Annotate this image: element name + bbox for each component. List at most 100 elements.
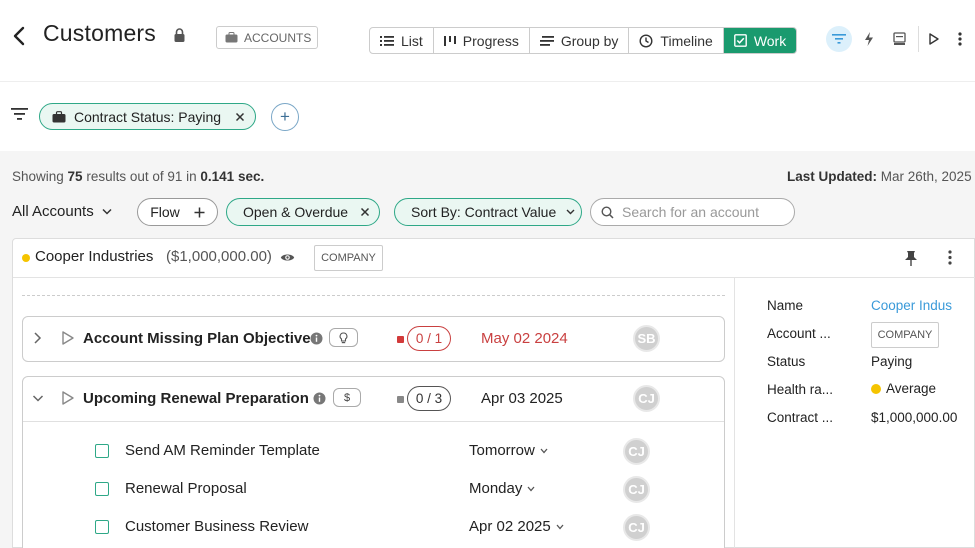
flow-button[interactable]: Flow	[137, 198, 218, 226]
task-due-date[interactable]: Apr 03 2025	[481, 390, 563, 407]
divider	[23, 421, 724, 422]
subtask-title[interactable]: Send AM Reminder Template	[125, 442, 320, 459]
check-square-icon	[733, 34, 747, 47]
subtask-due-dropdown[interactable]: Tomorrow	[469, 442, 548, 459]
chevron-down-icon	[566, 209, 575, 215]
task-due-date[interactable]: May 02 2024	[481, 330, 568, 347]
header-tools	[826, 26, 973, 52]
pin-icon[interactable]	[904, 250, 918, 267]
tab-work-label: Work	[753, 32, 787, 49]
tab-progress[interactable]: Progress	[434, 28, 530, 53]
play-icon	[929, 33, 939, 45]
task-row-header[interactable]: Upcoming Renewal Preparation $ 0 / 3 Apr…	[23, 377, 724, 421]
divider	[22, 295, 725, 296]
task-row[interactable]: Account Missing Plan Objective 0 / 1 May…	[22, 316, 725, 362]
accounts-tag[interactable]: ACCOUNTS	[216, 26, 318, 49]
avatar[interactable]: SB	[633, 325, 660, 352]
add-filter-button[interactable]: +	[271, 103, 299, 131]
eye-icon[interactable]	[280, 252, 295, 263]
dollar-icon: $	[333, 388, 361, 407]
filter-toggle-button[interactable]	[826, 26, 852, 52]
plus-icon	[194, 207, 205, 218]
detail-label-status: Status	[767, 354, 806, 369]
account-card: Cooper Industries ($1,000,000.00) COMPAN…	[12, 238, 975, 548]
chevron-down-icon	[527, 486, 535, 492]
open-overdue-label: Open & Overdue	[243, 204, 349, 220]
detail-value-status: Paying	[871, 354, 913, 369]
health-dot	[871, 383, 881, 394]
automation-button[interactable]	[856, 26, 882, 52]
detail-label-health-rating: Health ra...	[767, 382, 834, 397]
account-search[interactable]	[590, 198, 795, 226]
health-value: Average	[886, 381, 937, 396]
task-title[interactable]: Upcoming Renewal Preparation	[83, 390, 309, 407]
more-menu-button[interactable]	[947, 26, 973, 52]
lock-icon	[173, 28, 186, 43]
tab-group-by[interactable]: Group by	[530, 28, 630, 53]
tab-list[interactable]: List	[370, 28, 434, 53]
filter-icon[interactable]	[11, 107, 28, 121]
subtask-checkbox[interactable]	[95, 444, 109, 458]
info-icon[interactable]	[313, 392, 326, 405]
tab-timeline[interactable]: Timeline	[629, 28, 724, 53]
subtask-checkbox[interactable]	[95, 520, 109, 534]
briefcase-icon	[225, 32, 238, 43]
subtask-title[interactable]: Customer Business Review	[125, 518, 308, 535]
briefcase-icon	[52, 110, 66, 123]
close-icon[interactable]	[360, 207, 370, 217]
tab-work[interactable]: Work	[723, 28, 797, 53]
open-overdue-chip[interactable]: Open & Overdue	[226, 198, 381, 226]
task-title[interactable]: Account Missing Plan Objective	[83, 330, 311, 347]
subtask-row[interactable]: Send AM Reminder Template Tomorrow CJ	[23, 432, 724, 470]
chevron-down-icon[interactable]	[32, 391, 44, 405]
chevron-right-icon[interactable]	[32, 331, 42, 345]
detail-label-contract-value: Contract ...	[767, 410, 834, 425]
view-tabs: List Progress Group by Timeline Work	[369, 27, 798, 54]
sort-dropdown[interactable]: Sort By: Contract Value	[394, 198, 583, 226]
tab-list-label: List	[401, 32, 423, 49]
detail-value-name-link[interactable]: Cooper Indus	[871, 298, 975, 313]
page-header: Customers ACCOUNTS List Progress Group b…	[0, 0, 975, 82]
account-card-header: Cooper Industries ($1,000,000.00) COMPAN…	[13, 239, 975, 278]
more-vertical-icon[interactable]	[948, 250, 952, 265]
detail-label-account-type: Account ...	[767, 326, 831, 341]
subtask-checkbox[interactable]	[95, 482, 109, 496]
status-indicator	[397, 396, 404, 403]
subtask-due-dropdown[interactable]: Monday	[469, 480, 535, 497]
last-updated: Last Updated: Mar 26th, 2025	[787, 169, 972, 184]
search-input[interactable]	[622, 204, 782, 220]
subtask-due-date: Tomorrow	[469, 442, 535, 459]
task-row: Upcoming Renewal Preparation $ 0 / 3 Apr…	[22, 376, 725, 548]
close-icon[interactable]	[235, 112, 245, 122]
account-name[interactable]: Cooper Industries	[35, 248, 153, 265]
list-icon	[380, 35, 394, 47]
chevron-down-icon	[556, 524, 564, 530]
subtask-row[interactable]: Customer Business Review Apr 02 2025 CJ	[23, 508, 724, 546]
detail-value-health-rating: Average	[871, 381, 936, 396]
lightbulb-icon	[329, 328, 358, 347]
filter-chip-contract-status[interactable]: Contract Status: Paying	[39, 103, 257, 130]
search-icon	[601, 205, 614, 219]
overdue-indicator	[397, 336, 404, 343]
tab-group-by-label: Group by	[560, 32, 619, 49]
avatar[interactable]: CJ	[623, 476, 650, 503]
subtask-row[interactable]: Renewal Proposal Monday CJ	[23, 470, 724, 508]
results-summary: Showing 75 results out of 91 in 0.141 se…	[12, 169, 265, 184]
play-icon[interactable]	[61, 390, 75, 406]
tab-progress-label: Progress	[462, 32, 519, 49]
avatar[interactable]: CJ	[633, 385, 660, 412]
task-progress-count: 0 / 3	[407, 386, 451, 411]
page-title: Customers	[43, 20, 156, 46]
info-icon[interactable]	[310, 332, 323, 345]
subtask-due-dropdown[interactable]: Apr 02 2025	[469, 518, 564, 535]
play-icon[interactable]	[61, 330, 75, 346]
chevron-down-icon	[540, 448, 548, 454]
all-accounts-dropdown[interactable]: All Accounts	[12, 203, 112, 220]
avatar[interactable]: CJ	[623, 514, 650, 541]
chevron-down-icon	[102, 208, 112, 215]
avatar[interactable]: CJ	[623, 438, 650, 465]
back-icon[interactable]	[8, 24, 30, 48]
subtask-title[interactable]: Renewal Proposal	[125, 480, 247, 497]
play-button[interactable]	[921, 26, 947, 52]
archive-button[interactable]	[886, 26, 912, 52]
